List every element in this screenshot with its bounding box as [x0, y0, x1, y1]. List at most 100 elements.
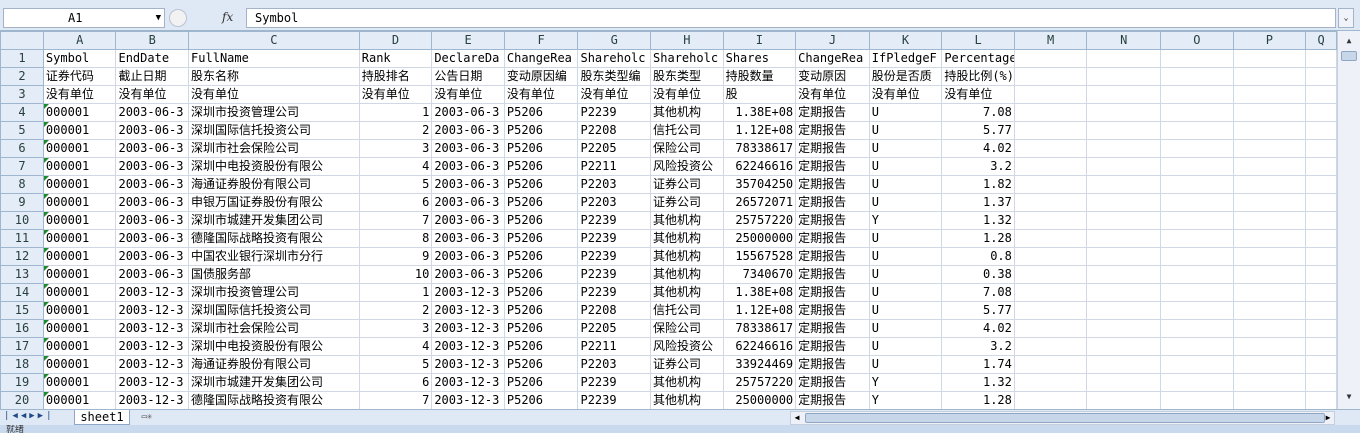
- horizontal-scroll-thumb[interactable]: [805, 413, 1325, 423]
- cell[interactable]: [1013, 247, 1088, 266]
- scroll-left-arrow-icon[interactable]: ◀: [791, 412, 803, 424]
- row-header[interactable]: 12: [0, 247, 44, 266]
- cell[interactable]: Shares: [722, 49, 797, 68]
- cell[interactable]: P5206: [503, 283, 579, 302]
- cell[interactable]: 7340670: [722, 265, 797, 284]
- cell[interactable]: 4: [358, 337, 433, 356]
- cell[interactable]: PercentageHolding: [941, 49, 1015, 68]
- cell[interactable]: 1.28: [941, 229, 1015, 248]
- cell[interactable]: 2: [358, 301, 433, 320]
- row-header[interactable]: 11: [0, 229, 44, 248]
- cell[interactable]: Rank: [358, 49, 433, 68]
- cell[interactable]: [1232, 391, 1307, 409]
- row-header[interactable]: 17: [0, 337, 44, 356]
- cell[interactable]: 其他机构: [650, 391, 724, 409]
- cell[interactable]: 持股数量: [722, 67, 797, 86]
- cell[interactable]: 1.28: [941, 391, 1015, 409]
- cell[interactable]: Symbol: [42, 49, 117, 68]
- cell[interactable]: [1305, 229, 1337, 248]
- horizontal-scrollbar[interactable]: ◀ ▶: [790, 411, 1335, 425]
- cell[interactable]: 2003-06-3: [115, 265, 190, 284]
- cell[interactable]: 2003-12-3: [115, 319, 190, 338]
- cell[interactable]: 定期报告: [795, 175, 870, 194]
- cell[interactable]: 2003-06-3: [431, 229, 505, 248]
- cell[interactable]: [1086, 355, 1162, 374]
- cell[interactable]: 公告日期: [431, 67, 505, 86]
- cell[interactable]: 5.77: [941, 301, 1015, 320]
- cell[interactable]: 2003-12-3: [115, 337, 190, 356]
- cell[interactable]: 定期报告: [795, 211, 870, 230]
- cell[interactable]: [1232, 211, 1307, 230]
- cell[interactable]: 深圳市投资管理公司: [188, 103, 360, 122]
- row-header[interactable]: 4: [0, 103, 44, 122]
- cell[interactable]: [1013, 265, 1088, 284]
- cell[interactable]: P5206: [503, 193, 579, 212]
- cell[interactable]: Y: [868, 211, 943, 230]
- cell[interactable]: 1.38E+08: [722, 283, 797, 302]
- cell[interactable]: 1.37: [941, 193, 1015, 212]
- cell[interactable]: 2003-06-3: [115, 247, 190, 266]
- scroll-down-arrow-icon[interactable]: ▼: [1341, 389, 1357, 405]
- cell[interactable]: 5: [358, 355, 433, 374]
- cell[interactable]: [1232, 121, 1307, 140]
- row-header[interactable]: 20: [0, 391, 44, 409]
- cell[interactable]: [1013, 301, 1088, 320]
- cell[interactable]: Y: [868, 373, 943, 392]
- cell[interactable]: [1013, 337, 1088, 356]
- cell[interactable]: [1305, 193, 1337, 212]
- cell[interactable]: 6: [358, 373, 433, 392]
- cell[interactable]: 2003-06-3: [115, 193, 190, 212]
- cell[interactable]: 3.2: [941, 337, 1015, 356]
- cell[interactable]: 2003-06-3: [115, 121, 190, 140]
- cell[interactable]: 2003-12-3: [431, 337, 505, 356]
- cell[interactable]: [1232, 265, 1307, 284]
- cell[interactable]: 证券公司: [650, 355, 724, 374]
- cell[interactable]: [1305, 85, 1337, 104]
- row-header[interactable]: 3: [0, 85, 44, 104]
- cell[interactable]: [1160, 121, 1234, 140]
- column-header-c[interactable]: C: [188, 31, 360, 50]
- cell[interactable]: 海通证券股份有限公司: [188, 175, 360, 194]
- cell[interactable]: 7.08: [941, 103, 1015, 122]
- cell[interactable]: [1013, 175, 1088, 194]
- cell[interactable]: [1086, 121, 1162, 140]
- scroll-up-arrow-icon[interactable]: ▲: [1341, 33, 1357, 49]
- cell[interactable]: [1013, 373, 1088, 392]
- cell[interactable]: 风险投资公: [650, 157, 724, 176]
- cell[interactable]: 没有单位: [188, 85, 360, 104]
- cell[interactable]: 2003-06-3: [431, 157, 505, 176]
- cell[interactable]: 定期报告: [795, 139, 870, 158]
- cell[interactable]: P2205: [577, 139, 652, 158]
- cell[interactable]: P5206: [503, 265, 579, 284]
- cell[interactable]: 2003-06-3: [431, 103, 505, 122]
- cell[interactable]: 3.2: [941, 157, 1015, 176]
- cell[interactable]: 2003-06-3: [115, 103, 190, 122]
- column-header-e[interactable]: E: [431, 31, 505, 50]
- column-header-q[interactable]: Q: [1305, 31, 1337, 50]
- cell[interactable]: U: [868, 193, 943, 212]
- cell[interactable]: [1160, 319, 1234, 338]
- cell[interactable]: 其他机构: [650, 283, 724, 302]
- cell[interactable]: [1305, 301, 1337, 320]
- scroll-right-arrow-icon[interactable]: ▶: [1322, 412, 1334, 424]
- cell[interactable]: 2003-06-3: [115, 229, 190, 248]
- cell[interactable]: 保险公司: [650, 139, 724, 158]
- cell[interactable]: U: [868, 229, 943, 248]
- column-header-n[interactable]: N: [1086, 31, 1162, 50]
- cell[interactable]: 2003-12-3: [431, 283, 505, 302]
- cell[interactable]: P5206: [503, 139, 579, 158]
- cell[interactable]: P5206: [503, 247, 579, 266]
- cell[interactable]: [1013, 229, 1088, 248]
- cell[interactable]: 1.12E+08: [722, 301, 797, 320]
- cell[interactable]: P5206: [503, 319, 579, 338]
- cell[interactable]: 深圳市社会保险公司: [188, 139, 360, 158]
- cell[interactable]: U: [868, 139, 943, 158]
- cell[interactable]: [1160, 157, 1234, 176]
- cell[interactable]: 000001: [42, 301, 117, 320]
- cell[interactable]: 9: [358, 247, 433, 266]
- cell[interactable]: 定期报告: [795, 193, 870, 212]
- cell[interactable]: 2003-06-3: [115, 175, 190, 194]
- cell[interactable]: 信托公司: [650, 121, 724, 140]
- cell[interactable]: [1305, 211, 1337, 230]
- cell[interactable]: 2003-06-3: [431, 121, 505, 140]
